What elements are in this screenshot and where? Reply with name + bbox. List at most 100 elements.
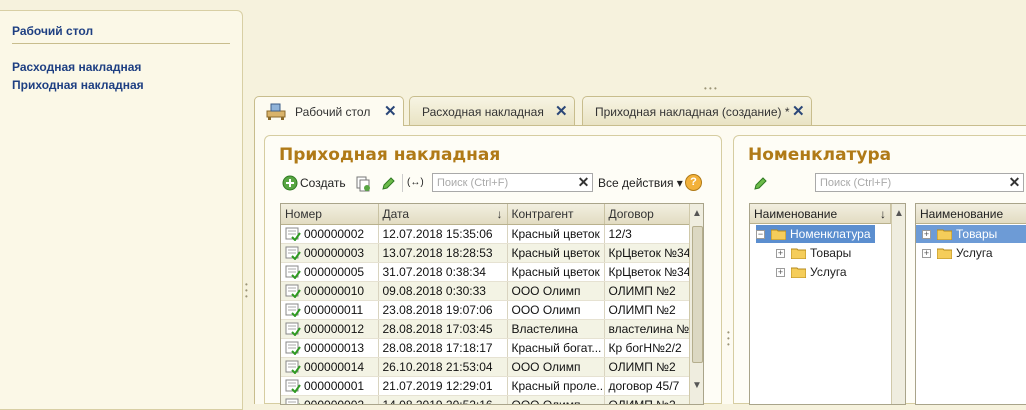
refresh-icon[interactable]: (↔) (407, 177, 424, 188)
table-row[interactable]: 000000003 13.07.2018 18:28:53 Красный цвет… (281, 243, 690, 263)
cell-date[interactable]: 12.07.2018 15:35:06 (378, 224, 508, 244)
panel-splitter-handle[interactable]: • • • (727, 329, 730, 349)
cell-date[interactable]: 23.08.2018 19:07:06 (378, 300, 508, 320)
vertical-scrollbar[interactable]: ▲ (891, 204, 905, 404)
edit-pencil-icon[interactable] (380, 176, 396, 192)
nav-home-link[interactable]: Рабочий стол (12, 24, 93, 38)
cell-contract[interactable]: ОЛИМП №2 (604, 300, 690, 320)
copy-icon[interactable] (355, 176, 371, 192)
all-actions-menu[interactable]: Все действия ▾ (598, 176, 683, 190)
panel-title: Номенклатура (748, 145, 892, 165)
cell-number[interactable]: 000000005 (281, 262, 379, 282)
tree-node[interactable]: + Товары (776, 244, 851, 262)
tree-root-node[interactable]: − Номенклатура (756, 225, 875, 243)
cell-counterparty[interactable]: Красный цветок (507, 262, 605, 282)
cell-counterparty[interactable]: Красный богат... (507, 338, 605, 358)
cell-counterparty[interactable]: ООО Олимп (507, 281, 605, 301)
horizontal-splitter-handle[interactable]: • • • (704, 85, 717, 93)
cell-contract[interactable]: 12/3 (604, 224, 690, 244)
cell-number[interactable]: 000000011 (281, 300, 379, 320)
cell-contract[interactable]: КрЦветок №34 (604, 262, 690, 282)
cell-contract[interactable]: Кр богН№2/2 (604, 338, 690, 358)
close-icon[interactable]: ✕ (384, 102, 397, 120)
clear-search-icon[interactable]: ✕ (576, 175, 591, 190)
expander-icon[interactable]: − (756, 229, 765, 239)
sort-down-icon: ↓ (496, 206, 503, 221)
table-row[interactable]: 000000001 21.07.2019 12:29:01 Красный прол… (281, 376, 690, 396)
scroll-thumb[interactable] (692, 226, 703, 363)
table-row[interactable]: 000000012 28.08.2018 17:03:45 Властелина вл… (281, 319, 690, 339)
edit-pencil-icon[interactable] (752, 176, 768, 192)
cell-date[interactable]: 13.07.2018 18:28:53 (378, 243, 508, 263)
invoice-table: Номер Дата ↓ Контрагент Договор 000000002… (281, 204, 690, 404)
search-input[interactable] (816, 174, 1023, 191)
tree-node-label: Товары (810, 246, 852, 260)
cell-contract[interactable]: ОЛИМП №2 (604, 281, 690, 301)
tree-node[interactable]: + Услуга (776, 263, 847, 281)
table-row[interactable]: 000000011 23.08.2018 19:07:06 ООО Олимп ОЛИ… (281, 300, 690, 320)
posted-document-icon (285, 284, 301, 299)
search-field[interactable]: ✕ (432, 173, 593, 192)
vertical-splitter-handle[interactable]: • • • (245, 281, 248, 301)
cell-date[interactable]: 31.07.2018 0:38:34 (378, 262, 508, 282)
cell-contract[interactable]: ОЛИМП №2 (604, 357, 690, 377)
scroll-down-arrow-icon[interactable]: ▼ (690, 376, 703, 396)
expander-icon[interactable]: + (922, 229, 931, 239)
close-icon[interactable]: ✕ (555, 102, 568, 120)
cell-date[interactable]: 21.07.2019 12:29:01 (378, 376, 508, 396)
cell-counterparty[interactable]: Властелина (507, 319, 605, 339)
list-item[interactable]: + Услуга (916, 244, 1026, 262)
cell-number[interactable]: 000000003 (281, 243, 379, 263)
cell-counterparty[interactable]: Красный цветок (507, 243, 605, 263)
column-header-counterparty[interactable]: Контрагент (507, 204, 605, 225)
cell-date[interactable]: 09.08.2018 0:30:33 (378, 281, 508, 301)
cell-number[interactable]: 000000001 (281, 376, 379, 396)
cell-counterparty[interactable]: ООО Олимп (507, 357, 605, 377)
cell-counterparty[interactable]: Красный проле... (507, 376, 605, 396)
scroll-up-arrow-icon[interactable]: ▲ (690, 204, 703, 224)
column-header-contract[interactable]: Договор (604, 204, 690, 225)
cell-date[interactable]: 28.08.2018 17:18:17 (378, 338, 508, 358)
cell-contract[interactable]: КрЦветок №34 (604, 243, 690, 263)
create-button[interactable]: Создать (282, 175, 346, 191)
cell-counterparty[interactable]: Красный цветок (507, 224, 605, 244)
posted-document-icon (285, 265, 301, 280)
search-input[interactable] (433, 174, 592, 191)
cell-contract[interactable]: договор 45/7 (604, 376, 690, 396)
cell-counterparty[interactable]: ООО Олимп (507, 300, 605, 320)
tree-column-header[interactable]: Наименование ↓ (750, 204, 891, 224)
cell-number[interactable]: 000000002 (281, 224, 379, 244)
table-row[interactable]: 000000010 09.08.2018 0:30:33 ООО Олимп ОЛИМ… (281, 281, 690, 301)
cell-number[interactable]: 000000013 (281, 338, 379, 358)
scroll-up-arrow-icon[interactable]: ▲ (892, 204, 905, 224)
toolbar-divider (402, 174, 403, 192)
table-row[interactable]: 000000013 28.08.2018 17:18:17 Красный бога… (281, 338, 690, 358)
expander-icon[interactable]: + (776, 267, 785, 277)
tab-label: Расходная накладная (422, 105, 544, 119)
table-row[interactable]: 000000005 31.07.2018 0:38:34 Красный цвето… (281, 262, 690, 282)
nav-link-outgoing-invoice[interactable]: Расходная накладная (12, 60, 141, 74)
tab-desktop[interactable]: Рабочий стол ✕ (254, 96, 404, 126)
nav-link-incoming-invoice[interactable]: Приходная накладная (12, 78, 144, 92)
help-icon[interactable]: ? (685, 174, 702, 191)
cell-number[interactable]: 000000010 (281, 281, 379, 301)
vertical-scrollbar[interactable]: ▲ ▼ (689, 204, 703, 404)
tab-incoming-invoice-create[interactable]: Приходная накладная (создание) * ✕ (582, 96, 812, 125)
table-row[interactable]: 000000014 26.10.2018 21:53:04 ООО Олимп ОЛИ… (281, 357, 690, 377)
cell-date[interactable]: 26.10.2018 21:53:04 (378, 357, 508, 377)
clear-search-icon[interactable]: ✕ (1007, 175, 1022, 190)
nomenclature-search-field[interactable]: ✕ (815, 173, 1024, 192)
cell-date[interactable]: 28.08.2018 17:03:45 (378, 319, 508, 339)
tab-outgoing-invoice[interactable]: Расходная накладная ✕ (409, 96, 575, 125)
cell-contract[interactable]: властелина №2 (604, 319, 690, 339)
close-icon[interactable]: ✕ (792, 102, 805, 120)
cell-number[interactable]: 000000012 (281, 319, 379, 339)
list-column-header[interactable]: Наименование (916, 204, 1026, 224)
column-header-date[interactable]: Дата ↓ (378, 204, 508, 225)
column-header-number[interactable]: Номер (281, 204, 379, 225)
list-item[interactable]: + Товары (916, 225, 1026, 243)
table-row[interactable]: 000000002 12.07.2018 15:35:06 Красный цвет… (281, 224, 690, 244)
cell-number[interactable]: 000000014 (281, 357, 379, 377)
expander-icon[interactable]: + (776, 248, 785, 258)
expander-icon[interactable]: + (922, 248, 931, 258)
